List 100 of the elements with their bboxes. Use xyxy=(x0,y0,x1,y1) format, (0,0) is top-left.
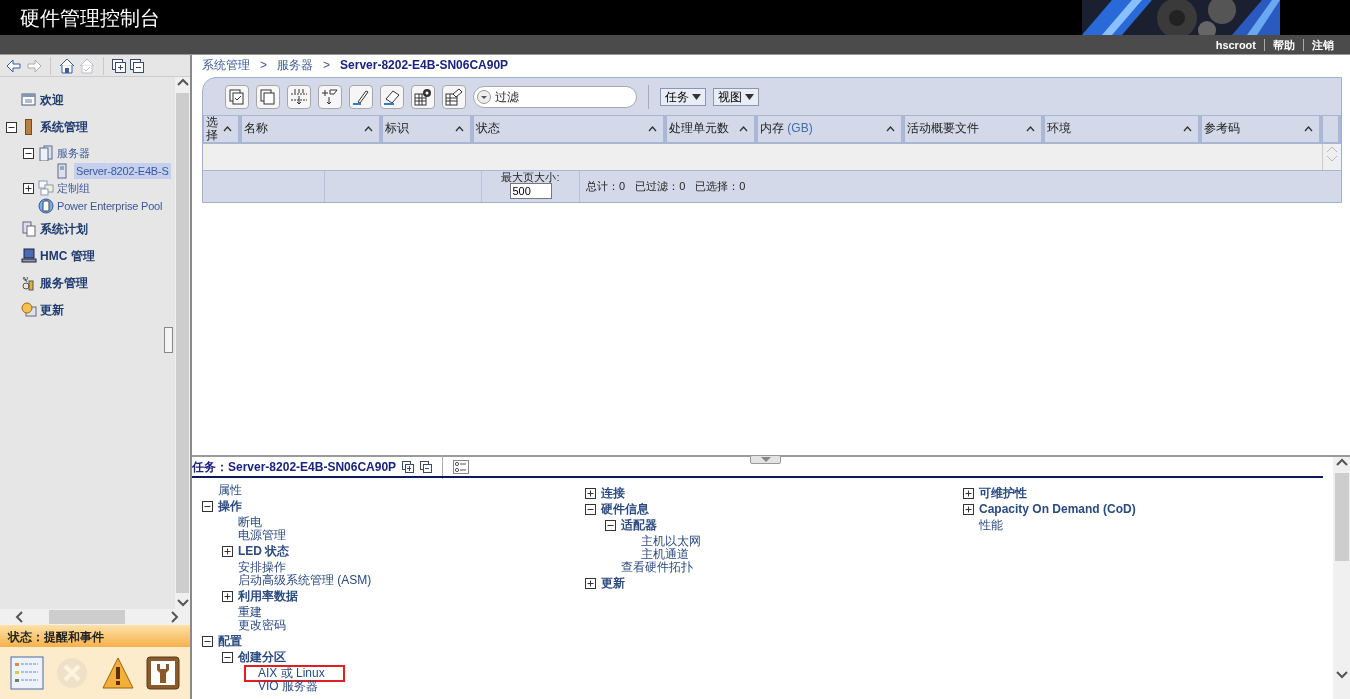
sort-icon[interactable] xyxy=(223,126,232,132)
task-link[interactable]: 查看硬件拓扑 xyxy=(621,561,693,574)
scroll-down-icon[interactable] xyxy=(1334,669,1349,681)
sort-icon[interactable] xyxy=(739,126,748,132)
expand-toggle[interactable] xyxy=(221,591,233,602)
tree-item[interactable]: 欢迎 xyxy=(40,91,64,109)
task-link[interactable]: 更改密码 xyxy=(238,619,286,632)
tree-item[interactable]: 服务管理 xyxy=(40,274,88,292)
expand-rows-button[interactable] xyxy=(287,84,311,109)
erase-button[interactable] xyxy=(380,84,404,109)
expand-toggle[interactable] xyxy=(962,504,974,515)
column-settings-button[interactable] xyxy=(411,84,435,109)
header-link[interactable]: 注销 xyxy=(1303,38,1342,51)
expand-toggle[interactable] xyxy=(962,488,974,499)
collapse-toggle[interactable] xyxy=(201,636,213,647)
task-group[interactable]: 配置 xyxy=(218,635,242,648)
task-link[interactable]: VIO 服务器 xyxy=(258,680,318,693)
task-group[interactable]: 可维护性 xyxy=(979,487,1027,500)
column-header[interactable]: 名称 xyxy=(241,115,382,143)
tree-item[interactable]: Power Enterprise Pool xyxy=(57,197,163,214)
task-group[interactable]: 更新 xyxy=(601,577,625,590)
column-header[interactable]: 标识 xyxy=(382,115,473,143)
select-all-button[interactable] xyxy=(225,84,249,109)
home-icon[interactable] xyxy=(59,57,75,74)
dropdown-icon[interactable] xyxy=(477,89,491,104)
menu-button[interactable]: 任务 xyxy=(660,87,706,106)
splitter-handle[interactable] xyxy=(750,455,781,464)
collapse-all-icon[interactable] xyxy=(420,460,433,473)
edit-button[interactable] xyxy=(349,84,373,109)
scroll-left-icon[interactable] xyxy=(14,610,24,624)
column-header[interactable]: 选择 xyxy=(203,115,241,143)
task-link[interactable]: 安排操作 xyxy=(238,561,286,574)
column-header[interactable]: 状态 xyxy=(473,115,666,143)
tree-item[interactable]: Server-8202-E4B-S xyxy=(74,162,171,179)
column-header[interactable]: 参考码 xyxy=(1201,115,1322,143)
task-link[interactable]: 主机通道 xyxy=(641,548,689,561)
column-header[interactable]: 活动概要文件 xyxy=(904,115,1044,143)
list-view-icon[interactable] xyxy=(453,459,470,474)
sort-icon[interactable] xyxy=(886,126,895,132)
sort-icon[interactable] xyxy=(1304,126,1313,132)
task-group[interactable]: 适配器 xyxy=(621,519,657,532)
sort-icon[interactable] xyxy=(1026,126,1035,132)
tree-item[interactable]: 服务器 xyxy=(57,145,90,162)
menu-button[interactable]: 视图 xyxy=(713,87,759,106)
column-header[interactable]: 环境 xyxy=(1044,115,1201,143)
tree-item[interactable]: 定制组 xyxy=(57,180,90,197)
header-link[interactable]: 帮助 xyxy=(1264,38,1303,51)
filter-box[interactable]: 过滤 xyxy=(473,85,637,108)
task-group[interactable]: Capacity On Demand (CoD) xyxy=(979,503,1136,516)
tree-item[interactable]: 更新 xyxy=(40,301,64,319)
expand-toggle[interactable] xyxy=(584,578,596,589)
task-group[interactable]: 连接 xyxy=(601,487,625,500)
tree-item[interactable]: 系统管理 xyxy=(40,118,88,136)
task-link[interactable]: 属性 xyxy=(218,484,242,497)
task-link[interactable]: 重建 xyxy=(238,606,262,619)
expand-all-icon[interactable] xyxy=(402,460,415,473)
task-link[interactable]: 主机以太网 xyxy=(641,535,701,548)
task-group[interactable]: 硬件信息 xyxy=(601,503,649,516)
task-group[interactable]: 操作 xyxy=(218,500,242,513)
expand-all-icon[interactable] xyxy=(112,58,126,73)
deselect-all-button[interactable] xyxy=(256,84,280,109)
back-icon[interactable] xyxy=(6,58,22,73)
scroll-right-icon[interactable] xyxy=(170,610,180,624)
collapse-toggle[interactable] xyxy=(201,501,213,512)
task-group[interactable]: 创建分区 xyxy=(238,651,286,664)
sort-icon[interactable] xyxy=(455,126,464,132)
task-link[interactable]: AIX 或 Linux xyxy=(246,667,343,680)
scrollbar[interactable] xyxy=(0,609,190,625)
sort-icon[interactable] xyxy=(1183,126,1192,132)
tree-item[interactable]: HMC 管理 xyxy=(40,247,95,265)
scroll-down-icon[interactable] xyxy=(175,597,190,609)
wrench-icon[interactable] xyxy=(146,656,181,690)
task-link[interactable]: 断电 xyxy=(238,516,262,529)
collapse-handle[interactable] xyxy=(164,327,173,353)
collapse-toggle[interactable] xyxy=(584,504,596,515)
column-header[interactable]: 内存 (GB) xyxy=(757,115,904,143)
sort-icon[interactable] xyxy=(648,126,657,132)
sort-icon[interactable] xyxy=(364,126,373,132)
expand-toggle[interactable] xyxy=(221,546,233,557)
breadcrumb-link[interactable]: 服务器 xyxy=(277,56,313,74)
expand-toggle[interactable] xyxy=(22,182,34,194)
task-link[interactable]: 性能 xyxy=(979,519,1003,532)
tree-item[interactable]: 系统计划 xyxy=(40,220,88,238)
column-header[interactable]: 处理单元数 xyxy=(666,115,757,143)
collapse-toggle[interactable] xyxy=(221,652,233,663)
task-group[interactable]: LED 状态 xyxy=(238,545,290,558)
expand-toggle[interactable] xyxy=(584,488,596,499)
filter-button[interactable] xyxy=(318,84,342,109)
scrollbar[interactable] xyxy=(175,77,190,609)
task-link[interactable]: 启动高级系统管理 (ASM) xyxy=(238,574,372,587)
home-check-icon[interactable] xyxy=(79,57,95,74)
collapse-toggle[interactable] xyxy=(5,121,17,133)
breadcrumb-link[interactable]: 系统管理 xyxy=(202,56,250,74)
page-size-field[interactable]: 500 xyxy=(509,183,552,200)
table-settings-button[interactable] xyxy=(442,84,466,109)
task-group[interactable]: 利用率数据 xyxy=(238,590,298,603)
task-link[interactable]: 电源管理 xyxy=(238,529,286,542)
collapse-all-icon[interactable] xyxy=(130,58,144,73)
warning-icon[interactable] xyxy=(100,656,135,690)
collapse-toggle[interactable] xyxy=(604,520,616,531)
